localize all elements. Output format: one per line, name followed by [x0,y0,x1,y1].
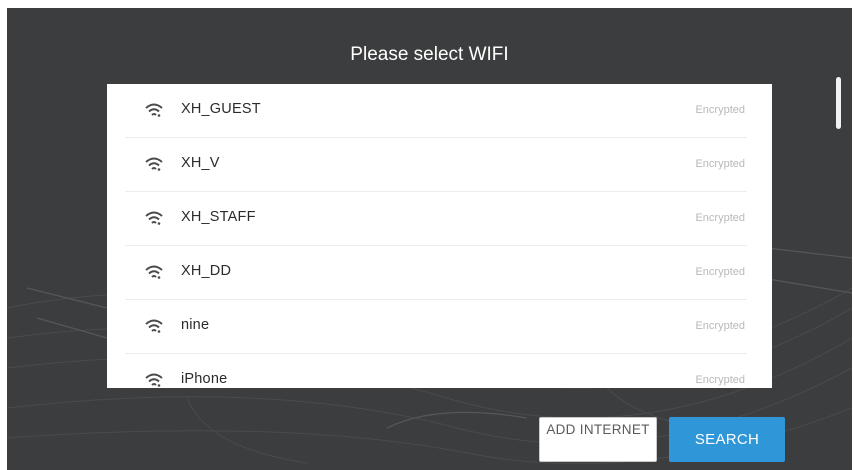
wifi-icon [145,319,163,333]
wifi-icon [145,265,163,279]
network-name: iPhone [181,371,228,387]
network-security-status: Encrypted [695,212,745,224]
scrollbar-thumb[interactable] [836,77,841,129]
wifi-icon [145,373,163,387]
dialog-title: Please select WIFI [350,44,509,65]
network-name: XH_V [181,155,220,171]
network-security-status: Encrypted [695,158,745,170]
search-button[interactable]: SEARCH [669,417,785,462]
network-security-status: Encrypted [695,374,745,386]
wifi-network-list[interactable]: XH_GUEST Encrypted XH_V Encrypted XH_STA… [107,84,772,388]
wifi-list-item[interactable]: XH_DD Encrypted [125,246,747,300]
wifi-list-item[interactable]: XH_STAFF Encrypted [125,192,747,246]
network-security-status: Encrypted [695,320,745,332]
wifi-list-item[interactable]: iPhone Encrypted [125,354,747,388]
network-name: XH_DD [181,263,232,279]
wifi-icon [145,211,163,225]
add-internet-button[interactable]: ADD INTERNET [539,417,657,462]
wifi-icon [145,103,163,117]
wifi-icon [145,157,163,171]
network-name: XH_GUEST [181,101,261,117]
network-security-status: Encrypted [695,266,745,278]
network-name: XH_STAFF [181,209,256,225]
network-security-status: Encrypted [695,104,745,116]
wifi-list-item[interactable]: nine Encrypted [125,300,747,354]
network-name: nine [181,317,210,333]
wifi-settings-screen: Please select WIFI XH_GUEST Encrypted XH… [7,8,852,470]
wifi-list-item[interactable]: XH_V Encrypted [125,138,747,192]
wifi-list-item[interactable]: XH_GUEST Encrypted [125,84,747,138]
